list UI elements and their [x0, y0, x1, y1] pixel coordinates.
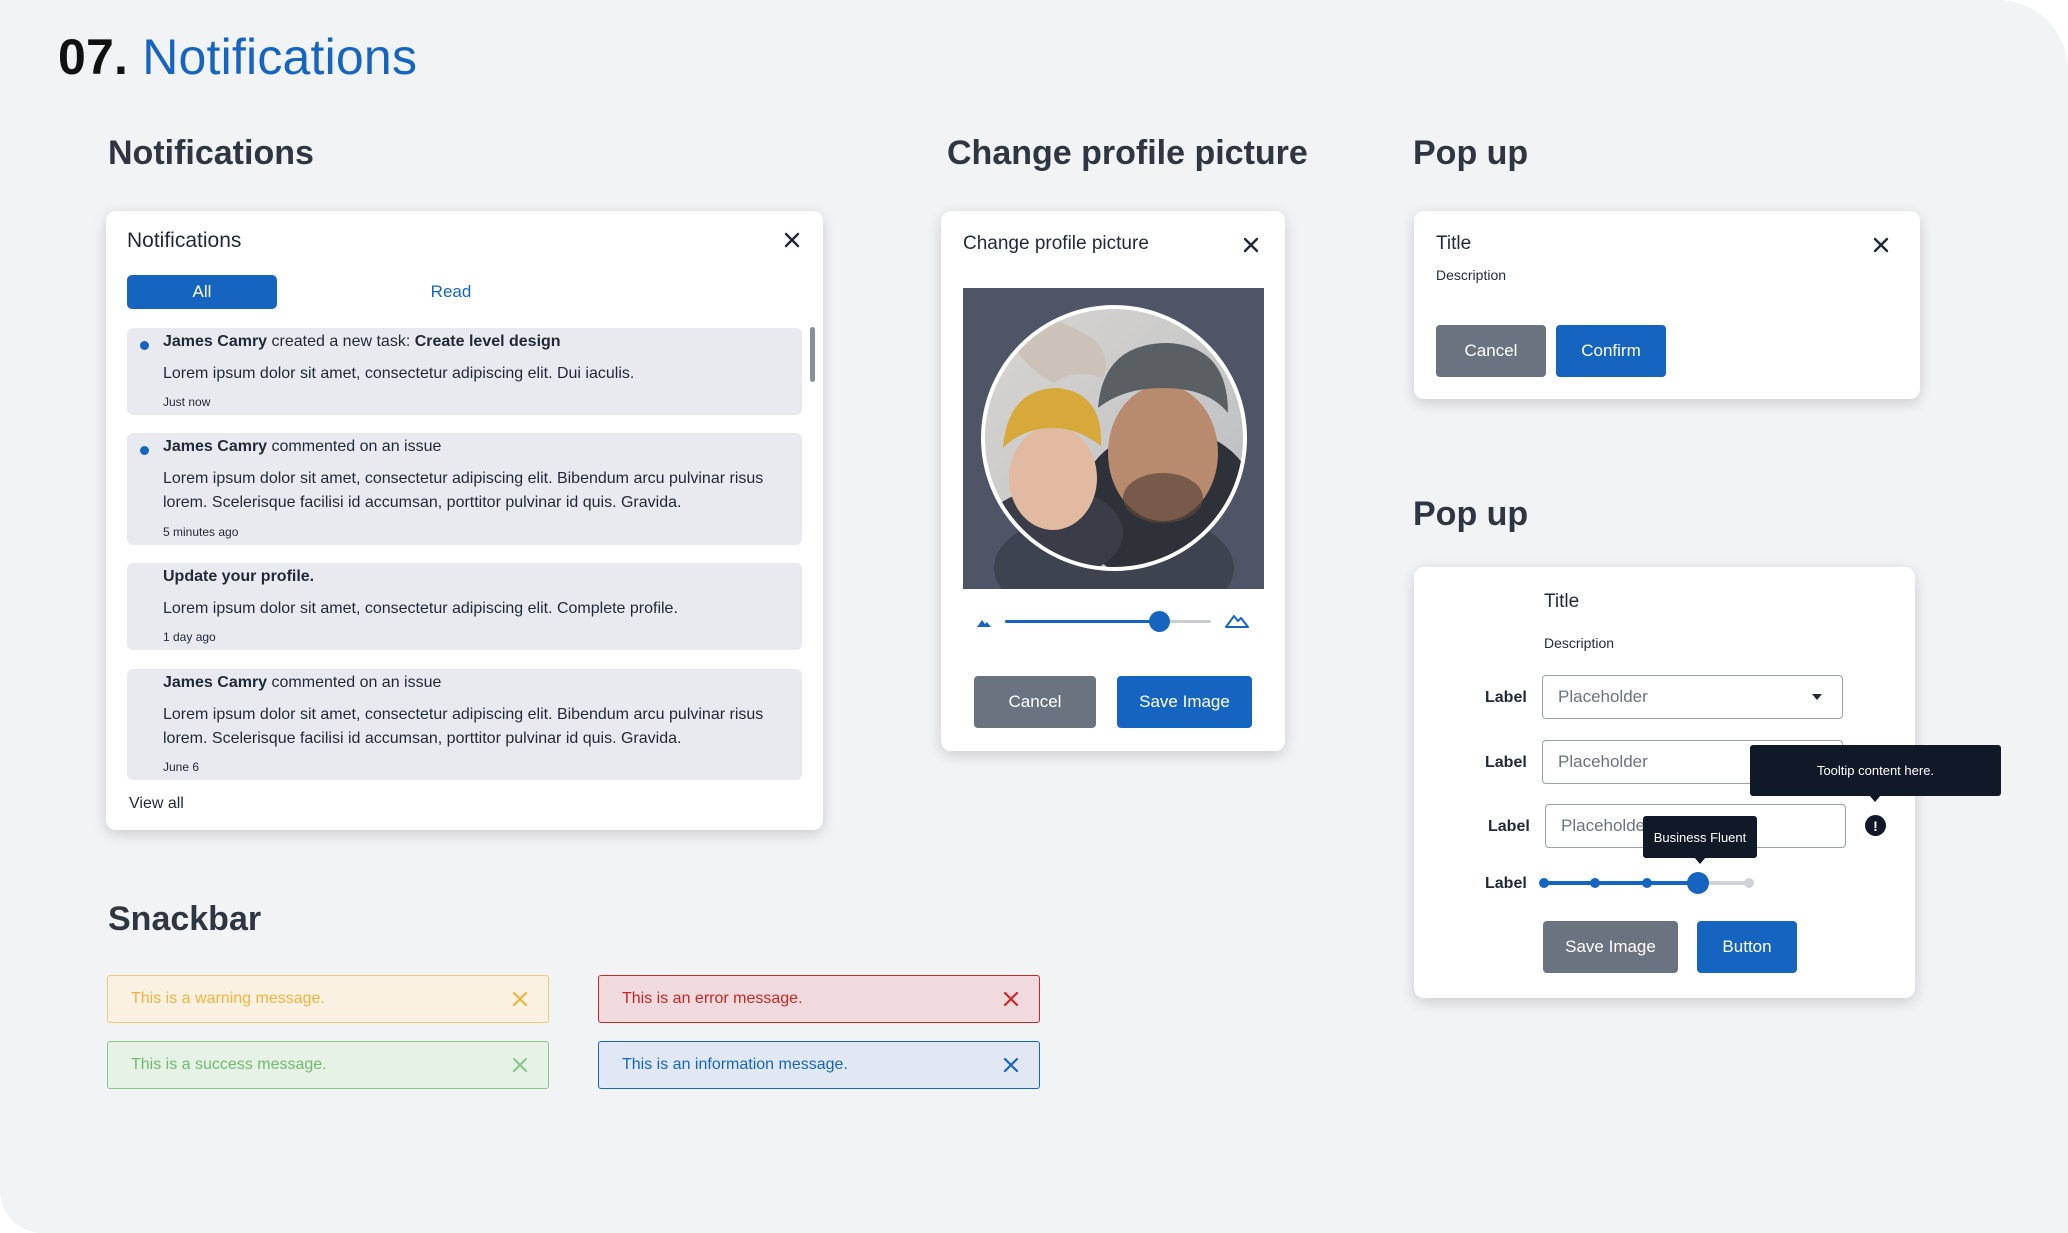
- popup-form-heading: Pop up: [1413, 495, 1529, 533]
- popup-form-description: Description: [1544, 635, 1615, 651]
- profile-picture-dialog-title: Change profile picture: [963, 233, 1149, 254]
- notification-time: Just now: [163, 395, 211, 409]
- notifications-panel-title: Notifications: [127, 229, 242, 252]
- close-icon[interactable]: [510, 1055, 530, 1075]
- cancel-button[interactable]: Cancel: [1436, 325, 1546, 377]
- field-label: Label: [1488, 818, 1530, 835]
- step-slider-tick[interactable]: [1590, 878, 1601, 888]
- tab-all[interactable]: All: [127, 275, 277, 309]
- notification-body: Lorem ipsum dolor sit amet, consectetur …: [163, 600, 678, 617]
- primary-button[interactable]: Button: [1697, 921, 1797, 973]
- notification-body: Lorem ipsum dolor sit amet, consectetur …: [163, 365, 635, 382]
- snackbar-error: This is an error message.: [598, 975, 1040, 1023]
- notifications-heading: Notifications: [108, 134, 314, 172]
- notification-item[interactable]: James Camry commented on an issue Lorem …: [127, 669, 802, 780]
- caret-down-icon: [1812, 694, 1822, 700]
- select-field[interactable]: Placeholder: [1542, 675, 1843, 719]
- popup-form-title: Title: [1544, 591, 1580, 612]
- info-tooltip: Tooltip content here.: [1750, 745, 2001, 796]
- exclamation-circle-icon[interactable]: !: [1865, 815, 1886, 836]
- notification-item[interactable]: Update your profile. Lorem ipsum dolor s…: [127, 563, 802, 650]
- tooltip-arrow: [1694, 857, 1706, 864]
- zoom-out-icon[interactable]: [976, 615, 992, 627]
- notification-header: James Camry commented on an issue: [163, 438, 441, 456]
- notification-action: commented on an issue: [267, 438, 442, 455]
- unread-dot-icon: [140, 341, 149, 350]
- zoom-slider-thumb[interactable]: [1149, 611, 1170, 632]
- crop-area[interactable]: [963, 288, 1264, 589]
- popup-heading: Pop up: [1413, 134, 1529, 172]
- notification-time: June 6: [163, 760, 200, 774]
- page-number: 07.: [58, 29, 129, 85]
- view-all-link[interactable]: View all: [129, 795, 184, 813]
- step-slider-fill: [1544, 881, 1698, 885]
- popup-description: Description: [1436, 267, 1507, 283]
- snackbar-message: This is an error message.: [622, 990, 803, 1007]
- notification-header: Update your profile.: [163, 568, 314, 586]
- step-slider-tick[interactable]: [1744, 878, 1754, 888]
- step-slider-tick[interactable]: [1539, 878, 1549, 888]
- page: 07. Notifications Notifications Notifica…: [0, 0, 2068, 1233]
- cancel-button[interactable]: Cancel: [974, 676, 1096, 728]
- field-label: Label: [1485, 689, 1527, 706]
- close-icon[interactable]: [1240, 234, 1262, 256]
- popup-title: Title: [1436, 233, 1472, 254]
- snackbar-message: This is a success message.: [131, 1056, 327, 1073]
- profile-photo: [963, 288, 1264, 589]
- close-icon[interactable]: [1870, 234, 1892, 256]
- zoom-slider-track[interactable]: [1005, 611, 1211, 632]
- snackbar-success: This is a success message.: [107, 1041, 549, 1089]
- snackbar-heading: Snackbar: [108, 900, 262, 938]
- field-label: Label: [1485, 754, 1527, 771]
- snackbar-message: This is a warning message.: [131, 990, 325, 1007]
- snackbar-warning: This is a warning message.: [107, 975, 549, 1023]
- zoom-slider-fill: [1005, 620, 1160, 623]
- step-slider-track[interactable]: [1539, 872, 1754, 894]
- step-slider-thumb[interactable]: [1686, 872, 1709, 894]
- unread-dot-icon: [140, 446, 149, 455]
- notification-header: James Camry created a new task: Create l…: [163, 333, 561, 351]
- notification-time: 1 day ago: [163, 630, 216, 644]
- popup-dialog: Title Description Cancel Confirm: [1414, 211, 1920, 399]
- page-title: 07. Notifications: [58, 28, 417, 86]
- step-slider-tick[interactable]: [1641, 878, 1652, 888]
- notification-item[interactable]: James Camry created a new task: Create l…: [127, 328, 802, 415]
- scrollbar-thumb[interactable]: [810, 327, 815, 382]
- text-placeholder: Placeholder: [1558, 752, 1648, 771]
- confirm-button[interactable]: Confirm: [1556, 325, 1666, 377]
- save-image-button[interactable]: Save Image: [1543, 921, 1678, 973]
- close-icon[interactable]: [1001, 1055, 1021, 1075]
- notification-actor: James Camry: [163, 333, 268, 350]
- notification-actor: James Camry: [163, 674, 268, 691]
- page-title-text: Notifications: [142, 29, 418, 85]
- close-icon[interactable]: [510, 989, 530, 1009]
- notification-body: Lorem ipsum dolor sit amet, consectetur …: [163, 706, 764, 747]
- close-icon[interactable]: [1001, 989, 1021, 1009]
- snackbar-info: This is an information message.: [598, 1041, 1040, 1089]
- notification-action: commented on an issue: [267, 674, 442, 691]
- tab-read[interactable]: Read: [386, 275, 516, 309]
- notification-header: James Camry commented on an issue: [163, 674, 441, 692]
- save-image-button[interactable]: Save Image: [1117, 676, 1252, 728]
- notification-target: Create level design: [414, 333, 561, 350]
- notifications-panel: Notifications All Read James Camry creat…: [106, 211, 823, 830]
- notification-body: Lorem ipsum dolor sit amet, consectetur …: [163, 470, 764, 511]
- profile-picture-heading: Change profile picture: [947, 134, 1308, 172]
- slider-tooltip: Business Fluent: [1643, 816, 1757, 858]
- zoom-in-icon[interactable]: [1225, 612, 1249, 628]
- text-placeholder: Placeholder: [1561, 816, 1651, 835]
- notification-action: created a new task:: [267, 333, 415, 350]
- select-placeholder: Placeholder: [1558, 687, 1648, 706]
- notification-actor: James Camry: [163, 438, 268, 455]
- notification-item[interactable]: James Camry commented on an issue Lorem …: [127, 433, 802, 545]
- snackbar-message: This is an information message.: [622, 1056, 848, 1073]
- tooltip-arrow: [1869, 795, 1881, 802]
- close-icon[interactable]: [781, 229, 803, 251]
- field-label: Label: [1485, 875, 1527, 892]
- notification-time: 5 minutes ago: [163, 525, 239, 539]
- notification-target: Update your profile.: [163, 568, 315, 585]
- profile-picture-dialog: Change profile picture Cancel Save Image: [941, 211, 1285, 751]
